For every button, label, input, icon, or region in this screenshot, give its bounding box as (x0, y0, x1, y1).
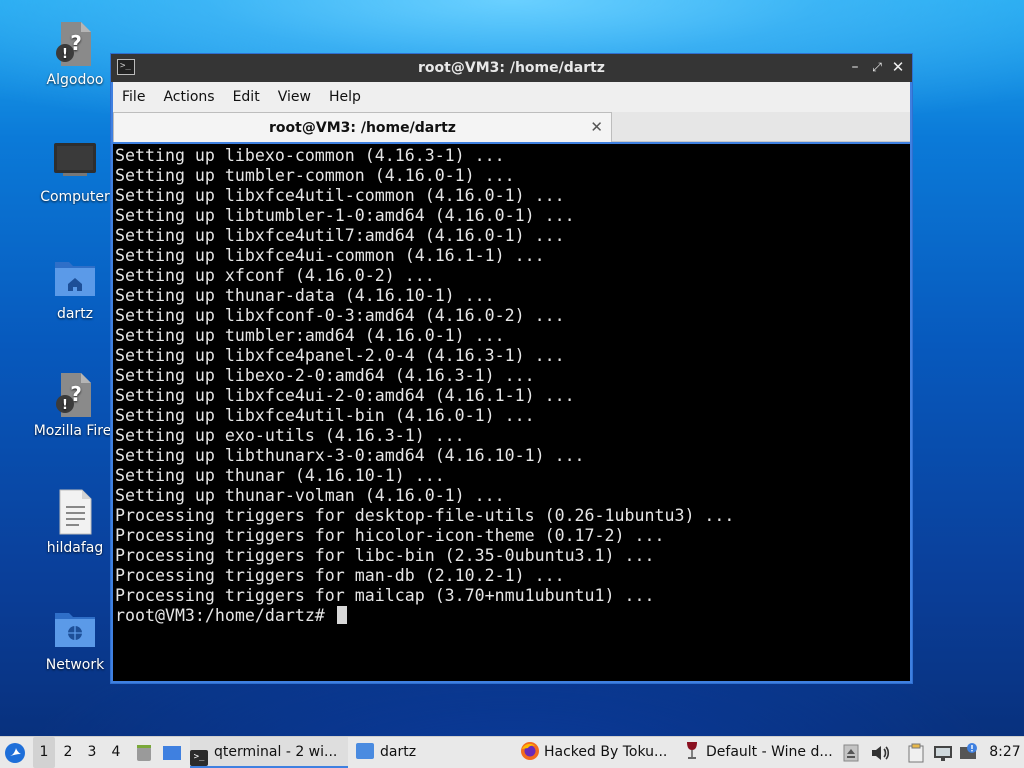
folder-icon (356, 743, 374, 759)
desktop-icon-label: hildafag (46, 540, 104, 556)
menu-actions[interactable]: Actions (154, 82, 223, 105)
clipboard-icon (908, 743, 924, 763)
task-label: Hacked By Toku... (544, 744, 668, 760)
menu-help[interactable]: Help (320, 82, 370, 105)
taskbar: 1 2 3 4 >_ qterminal - 2 wi... dartz Hack… (0, 736, 1024, 768)
terminal-icon: >_ (190, 750, 208, 766)
terminal-line: Setting up libthunarx-3-0:amd64 (4.16.10… (115, 446, 585, 465)
terminal-output[interactable]: Setting up libexo-common (4.16.3-1) ... S… (113, 144, 910, 681)
terminal-line: Setting up libxfce4util-common (4.16.0-1… (115, 186, 565, 205)
wine-icon (687, 742, 697, 759)
tray-eject-button[interactable] (843, 737, 861, 768)
terminal-line: Setting up thunar (4.16.10-1) ... (115, 466, 445, 485)
menu-file[interactable]: File (113, 82, 154, 105)
network-icon (934, 746, 952, 761)
workspace-3[interactable]: 3 (81, 737, 103, 768)
network-folder-icon (53, 605, 97, 653)
show-desktop-button[interactable] (134, 737, 156, 768)
task-label: qterminal - 2 wi... (214, 744, 338, 760)
terminal-line: Setting up libtumbler-1-0:amd64 (4.16.0-… (115, 206, 575, 225)
terminal-line: Processing triggers for desktop-file-uti… (115, 506, 735, 525)
desktop-icon (163, 746, 181, 760)
home-folder-icon (53, 254, 97, 302)
tray-clipboard[interactable] (906, 737, 928, 768)
terminal-line: Setting up libxfce4util-bin (4.16.0-1) .… (115, 406, 535, 425)
update-notifier-icon (960, 743, 977, 759)
menu-bar: File Actions Edit View Help (113, 82, 910, 112)
lubuntu-logo-icon (5, 743, 25, 763)
terminal-line: Setting up libexo-common (4.16.3-1) ... (115, 146, 505, 165)
terminal-line: Setting up tumbler:amd64 (4.16.0-1) ... (115, 326, 505, 345)
tray-notifications[interactable] (959, 737, 981, 768)
terminal-line: Setting up xfconf (4.16.0-2) ... (115, 266, 435, 285)
terminal-line: Setting up tumbler-common (4.16.0-1) ... (115, 166, 515, 185)
tray-volume[interactable] (870, 737, 892, 768)
trash-launcher-icon (137, 745, 151, 761)
volume-icon (872, 746, 890, 760)
start-menu-button[interactable] (4, 737, 28, 768)
maximize-button[interactable]: ⤢ (868, 58, 886, 76)
task-label: Default - Wine d... (706, 744, 833, 760)
desktop-icon-label: Mozilla Firef (33, 423, 117, 439)
workspace-1[interactable]: 1 (33, 737, 55, 768)
tab-close-icon[interactable]: ✕ (590, 118, 603, 136)
desktop-icon-label: Algodoo (46, 72, 104, 88)
terminal-window: >_ root@VM3: /home/dartz – ⤢ ✕ File Actio… (110, 53, 913, 684)
terminal-line: Processing triggers for man-db (2.10.2-1… (115, 566, 565, 585)
menu-view[interactable]: View (269, 82, 320, 105)
tab-bar: root@VM3: /home/dartz ✕ (113, 112, 910, 142)
terminal-line: Setting up libxfce4panel-2.0-4 (4.16.3-1… (115, 346, 565, 365)
desktop-launcher[interactable] (162, 737, 184, 768)
minimize-button[interactable]: – (846, 58, 864, 76)
close-button[interactable]: ✕ (889, 58, 907, 76)
eject-icon (843, 744, 859, 762)
terminal-line: Setting up libxfce4ui-common (4.16.1-1) … (115, 246, 545, 265)
terminal-prompt-line: root@VM3:/home/dartz# (115, 606, 910, 626)
tab-terminal[interactable]: root@VM3: /home/dartz ✕ (113, 112, 612, 142)
terminal-prompt: root@VM3:/home/dartz# (115, 606, 335, 625)
monitor-icon (53, 137, 97, 185)
terminal-line: Setting up exo-utils (4.16.3-1) ... (115, 426, 465, 445)
terminal-line: Setting up libxfce4ui-2-0:amd64 (4.16.1-… (115, 386, 575, 405)
workspace-2[interactable]: 2 (57, 737, 79, 768)
desktop-icon-label: Computer (40, 189, 110, 205)
terminal-line: Setting up libexo-2-0:amd64 (4.16.3-1) .… (115, 366, 535, 385)
window-title: root@VM3: /home/dartz (418, 60, 605, 76)
task-wine[interactable]: Default - Wine d... (684, 737, 838, 768)
terminal-line: Setting up thunar-volman (4.16.0-1) ... (115, 486, 505, 505)
task-firefox[interactable]: Hacked By Toku... (520, 737, 680, 768)
terminal-line: Processing triggers for libc-bin (2.35-0… (115, 546, 655, 565)
clock[interactable]: 8:27 (988, 737, 1022, 768)
task-label: dartz (380, 744, 417, 760)
terminal-cursor (336, 606, 347, 624)
desktop-icon-label: dartz (56, 306, 94, 322)
workspace-4[interactable]: 4 (105, 737, 127, 768)
terminal-line: Setting up libxfconf-0-3:amd64 (4.16.0-2… (115, 306, 565, 325)
svg-text:!: ! (62, 47, 68, 62)
terminal-line: Processing triggers for hicolor-icon-the… (115, 526, 665, 545)
svg-text:!: ! (62, 398, 68, 413)
desktop-icon-label: Network (45, 657, 105, 673)
unknown-file-icon: ?! (53, 371, 97, 419)
window-titlebar[interactable]: >_ root@VM3: /home/dartz – ⤢ ✕ (111, 54, 912, 82)
text-file-icon (53, 488, 97, 536)
terminal-line: Processing triggers for mailcap (3.70+nm… (115, 586, 655, 605)
tray-network[interactable] (933, 737, 955, 768)
task-dartz[interactable]: dartz (356, 737, 516, 768)
terminal-line: Setting up thunar-data (4.16.10-1) ... (115, 286, 495, 305)
firefox-icon (521, 742, 539, 760)
menu-edit[interactable]: Edit (224, 82, 269, 105)
task-qterminal[interactable]: >_ qterminal - 2 wi... (190, 737, 348, 768)
terminal-line: Setting up libxfce4util7:amd64 (4.16.0-1… (115, 226, 565, 245)
tab-label: root@VM3: /home/dartz (269, 120, 456, 136)
unknown-file-icon: ?! (53, 20, 97, 68)
